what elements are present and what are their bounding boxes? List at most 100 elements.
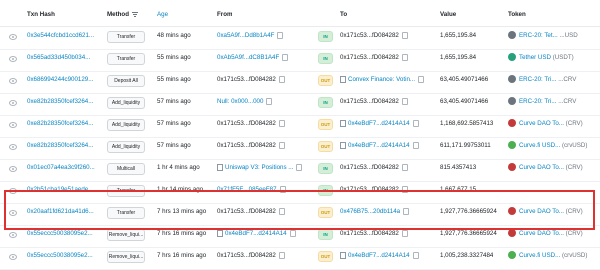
token-cell[interactable]: ERC-20: Tri... ...CRV bbox=[508, 96, 600, 108]
copy-icon[interactable] bbox=[278, 120, 285, 127]
txn-hash-link[interactable]: 0xe82b28350fcef3264... bbox=[27, 98, 101, 105]
token-icon bbox=[508, 251, 516, 260]
eye-icon[interactable] bbox=[9, 166, 17, 172]
to-address: 0x171c53...fD084282 bbox=[340, 32, 432, 39]
token-name[interactable]: ERC-20: Tri... bbox=[519, 98, 556, 105]
age-text: 1 hr 4 mins ago bbox=[157, 164, 200, 171]
table-row: 0xe82b28350fcef3264... Add_liquidity 57 mi… bbox=[0, 115, 600, 138]
to-address[interactable]: 0x4eBdF7...d2414A14 bbox=[340, 120, 432, 127]
token-cell[interactable]: Curve DAO To... (CRV) bbox=[508, 162, 600, 174]
to-address-text[interactable]: 0x4eBdF7...d2414A14 bbox=[348, 142, 410, 149]
eye-icon[interactable] bbox=[9, 122, 17, 128]
from-address[interactable]: Null: 0x000...000 bbox=[217, 98, 312, 105]
copy-icon[interactable] bbox=[401, 54, 408, 61]
token-icon bbox=[508, 141, 516, 150]
age-text: 57 mins ago bbox=[157, 98, 191, 105]
header-value: Value bbox=[440, 11, 457, 18]
copy-icon[interactable] bbox=[401, 32, 408, 39]
direction-badge: IN bbox=[318, 163, 333, 174]
value-text: 611,171.99753011 bbox=[440, 142, 491, 149]
token-cell[interactable]: Curve DAO To... (CRV) bbox=[508, 118, 600, 130]
to-address[interactable]: Convex Finance: Votin... bbox=[340, 76, 432, 83]
copy-icon[interactable] bbox=[282, 54, 289, 61]
token-name[interactable]: Curve DAO To... bbox=[519, 120, 564, 127]
txn-hash-link[interactable]: 0x565ad33d450b034... bbox=[27, 54, 101, 61]
from-address[interactable]: 0xAb5A9f...dC8B1A4F bbox=[217, 54, 312, 61]
table-row: 0x01ec07a4ea3c9f260... Multicall 1 hr 4 mi… bbox=[0, 159, 600, 182]
table-row: 0x3e544cfcbd1ccd621... Transfer 48 mins ag… bbox=[0, 27, 600, 50]
token-name[interactable]: Curve DAO To... bbox=[519, 230, 564, 237]
from-address-text[interactable]: 0xAb5A9f...dC8B1A4F bbox=[217, 54, 279, 61]
eye-icon[interactable] bbox=[9, 100, 17, 106]
copy-icon[interactable] bbox=[266, 98, 273, 105]
to-address-text[interactable]: Convex Finance: Votin... bbox=[348, 76, 415, 83]
token-name[interactable]: ERC-20: Tri... bbox=[519, 76, 556, 83]
copy-icon[interactable] bbox=[401, 230, 408, 237]
eye-icon[interactable] bbox=[9, 254, 17, 260]
token-cell[interactable]: ERC-20: Tet... ...USD bbox=[508, 30, 600, 42]
copy-icon[interactable] bbox=[412, 120, 419, 127]
method-badge: Remove_liqui... bbox=[107, 229, 145, 241]
copy-icon[interactable] bbox=[401, 98, 408, 105]
from-address[interactable]: Uniswap V3: Positions ... bbox=[217, 164, 312, 171]
copy-icon[interactable] bbox=[278, 76, 285, 83]
copy-icon[interactable] bbox=[418, 76, 425, 83]
from-address: 0x171c53...fD084282 bbox=[217, 76, 312, 83]
txn-hash-link[interactable]: 0xe82b28350fcef3264... bbox=[27, 142, 101, 149]
copy-icon[interactable] bbox=[277, 32, 284, 39]
copy-icon[interactable] bbox=[278, 142, 285, 149]
to-address[interactable]: 0x4eBdF7...d2414A14 bbox=[340, 142, 432, 149]
from-address-text[interactable]: 0x4eBdF7...d2414A14 bbox=[225, 230, 287, 237]
method-badge: Add_liquidity bbox=[107, 119, 145, 131]
eye-icon[interactable] bbox=[9, 232, 17, 238]
age-text: 57 mins ago bbox=[157, 142, 191, 149]
token-cell[interactable]: Tether USD (USDT) bbox=[508, 52, 600, 64]
txn-hash-link[interactable]: 0x55eccc50038095e2... bbox=[27, 230, 101, 237]
eye-icon[interactable] bbox=[9, 56, 17, 62]
copy-icon[interactable] bbox=[412, 142, 419, 149]
header-to: To bbox=[340, 11, 348, 18]
value-text: 63,405.49071466 bbox=[440, 98, 489, 105]
header-age[interactable]: Age bbox=[157, 11, 168, 18]
copy-icon[interactable] bbox=[289, 230, 296, 237]
token-icon bbox=[508, 163, 516, 172]
from-address-text: 0x171c53...fD084282 bbox=[217, 76, 276, 84]
from-address[interactable]: 0xa5A9f...Dd8b1A4F bbox=[217, 32, 312, 39]
table-header: Txn Hash Method Age From To Value Token bbox=[0, 0, 600, 27]
txn-hash-link[interactable]: 0x01ec07a4ea3c9f260... bbox=[27, 164, 101, 171]
age-text: 7 hrs 16 mins ago bbox=[157, 230, 207, 237]
contract-icon bbox=[340, 142, 346, 149]
txn-hash-link[interactable]: 0x686994244c900129... bbox=[27, 76, 101, 83]
direction-badge: IN bbox=[318, 53, 333, 64]
from-address-text[interactable]: Uniswap V3: Positions ... bbox=[225, 164, 293, 171]
filter-icon[interactable] bbox=[132, 11, 138, 17]
eye-icon[interactable] bbox=[9, 144, 17, 150]
token-cell[interactable]: Curve.fi USD... (crvUSD) bbox=[508, 140, 600, 152]
contract-icon bbox=[217, 230, 223, 237]
txn-hash-link[interactable]: 0xe82b28350fcef3264... bbox=[27, 120, 101, 127]
from-address-text[interactable]: Null: 0x000...000 bbox=[217, 98, 263, 105]
method-badge: Deposit All bbox=[107, 75, 145, 87]
token-name[interactable]: ERC-20: Tet... bbox=[519, 32, 558, 39]
header-method-label: Method bbox=[107, 11, 129, 18]
method-badge: Add_liquidity bbox=[107, 97, 145, 109]
token-name[interactable]: Curve.fi USD... bbox=[519, 142, 560, 149]
eye-icon[interactable] bbox=[9, 34, 17, 40]
txn-hash-link[interactable]: 0x3e544cfcbd1ccd621... bbox=[27, 32, 101, 39]
to-address-text[interactable]: 0x4eBdF7...d2414A14 bbox=[348, 120, 410, 127]
token-cell[interactable]: Curve.fi USD... (crvUSD) bbox=[508, 250, 600, 262]
copy-icon[interactable] bbox=[401, 164, 408, 171]
from-address-text: 0x171c53...fD084282 bbox=[217, 142, 276, 150]
from-address-text[interactable]: 0xa5A9f...Dd8b1A4F bbox=[217, 32, 274, 39]
age-text: 48 mins ago bbox=[157, 32, 191, 39]
from-address[interactable]: 0x4eBdF7...d2414A14 bbox=[217, 230, 312, 237]
eye-icon[interactable] bbox=[9, 78, 17, 84]
token-icon bbox=[508, 31, 516, 40]
token-name[interactable]: Tether USD bbox=[519, 54, 551, 61]
copy-icon[interactable] bbox=[296, 164, 303, 171]
token-cell[interactable]: ERC-20: Tri... ...CRV bbox=[508, 74, 600, 86]
token-name[interactable]: Curve DAO To... bbox=[519, 164, 564, 171]
contract-icon bbox=[340, 76, 346, 83]
token-symbol: (crvUSD) bbox=[562, 142, 588, 149]
header-from: From bbox=[217, 11, 233, 18]
